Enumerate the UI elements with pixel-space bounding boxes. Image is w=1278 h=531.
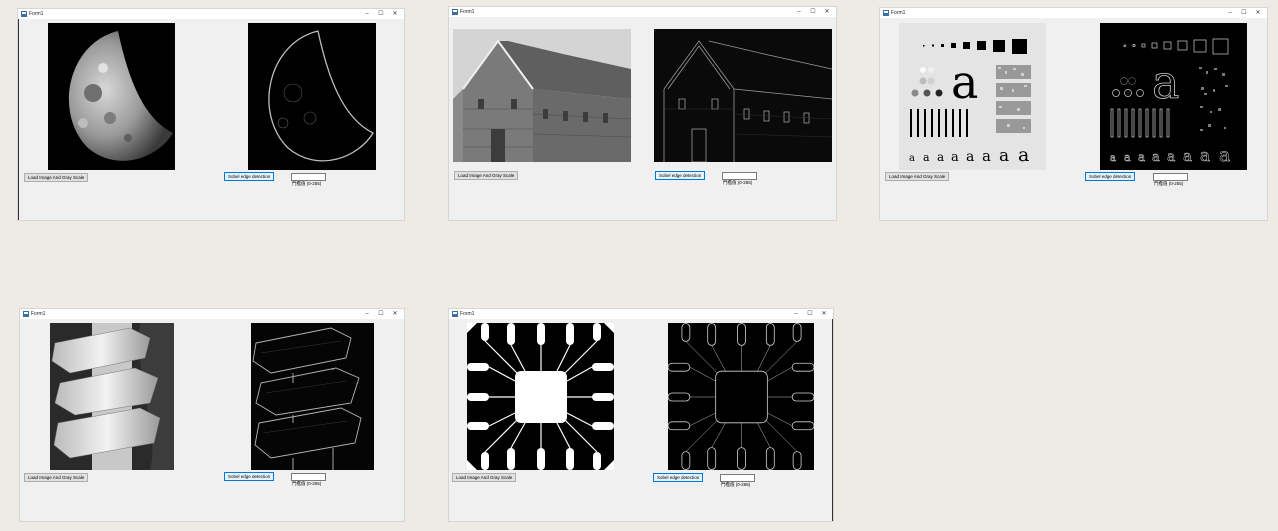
maximize-icon[interactable]: ☐ (374, 309, 388, 319)
svg-text:a: a (982, 147, 991, 165)
window-title: Form1 (29, 11, 44, 17)
sobel-edge-detection-button[interactable]: Sobel edge detection (224, 172, 275, 181)
close-icon[interactable]: ✕ (388, 9, 402, 19)
threshold-input[interactable] (1153, 173, 1188, 181)
close-icon[interactable]: ✕ (817, 309, 831, 319)
form1-window-spring: Form1 – ☐ ✕ Load Image And Gray Scale So… (20, 309, 404, 521)
close-icon[interactable]: ✕ (820, 7, 834, 17)
minimize-icon[interactable]: – (360, 9, 374, 19)
close-icon[interactable]: ✕ (388, 309, 402, 319)
test-pattern-edges-image: a aaa aaa aa (1100, 23, 1247, 170)
svg-text:a: a (1110, 153, 1116, 164)
svg-text:a: a (951, 150, 959, 165)
app-icon (452, 9, 458, 15)
maximize-icon[interactable]: ☐ (374, 9, 388, 19)
svg-text:a: a (1152, 150, 1160, 165)
svg-text:a: a (999, 146, 1009, 166)
form1-window-building: Form1 – ☐ ✕ Load Image And Gray Scale So… (449, 7, 836, 220)
test-pattern-image: a aaa aaa aa (899, 23, 1046, 170)
threshold-input[interactable] (291, 173, 326, 181)
moon-edges-image (248, 23, 376, 170)
minimize-icon[interactable]: – (789, 309, 803, 319)
app-icon (452, 311, 458, 317)
sobel-edge-detection-button[interactable]: Sobel edge detection (1085, 172, 1136, 181)
threshold-label: 門檻值 (0-255) (292, 181, 322, 186)
minimize-icon[interactable]: – (360, 309, 374, 319)
svg-text:a: a (1219, 144, 1230, 166)
original-image-picturebox (467, 323, 614, 470)
svg-text:a: a (1183, 147, 1192, 165)
svg-text:a: a (1138, 150, 1145, 164)
title-bar: Form1 – ☐ ✕ (18, 9, 404, 19)
svg-text:a: a (937, 150, 944, 164)
window-left-edge (18, 19, 19, 220)
svg-text:a: a (1152, 55, 1179, 109)
title-bar: Form1 – ☐ ✕ (449, 7, 836, 17)
load-image-button[interactable]: Load Image And Gray Scale (885, 172, 950, 181)
maximize-icon[interactable]: ☐ (806, 7, 820, 17)
spring-image (50, 323, 174, 470)
svg-text:a: a (1200, 146, 1210, 166)
sobel-edge-detection-button[interactable]: Sobel edge detection (653, 473, 704, 482)
original-image-picturebox (453, 29, 631, 162)
title-bar: Form1 – ☐ ✕ (20, 309, 404, 319)
svg-text:a: a (1167, 149, 1175, 165)
load-image-button[interactable]: Load Image And Gray Scale (454, 171, 519, 180)
load-image-button[interactable]: Load Image And Gray Scale (24, 473, 89, 482)
maximize-icon[interactable]: ☐ (803, 309, 817, 319)
sobel-image-picturebox (654, 29, 832, 162)
circuit-image (467, 323, 614, 470)
app-icon (23, 311, 29, 317)
threshold-label: 門檻值 (0-255) (723, 180, 753, 185)
window-title: Form1 (891, 10, 906, 16)
threshold-label: 門檻值 (0-255) (721, 482, 751, 487)
sobel-image-picturebox (668, 323, 814, 470)
sobel-image-picturebox: a aaa aaa aa (1100, 23, 1247, 170)
sobel-edge-detection-button[interactable]: Sobel edge detection (655, 171, 706, 180)
svg-text:a: a (909, 153, 915, 164)
sobel-edge-detection-button[interactable]: Sobel edge detection (224, 472, 275, 481)
window-right-edge (832, 319, 833, 521)
title-bar: Form1 – ☐ ✕ (449, 309, 833, 319)
building-image (453, 29, 631, 162)
circuit-edges-image (668, 323, 814, 470)
form1-window-circuit: Form1 – ☐ ✕ Load Image And Gray Scale So… (449, 309, 833, 521)
maximize-icon[interactable]: ☐ (1237, 8, 1251, 18)
window-title: Form1 (460, 9, 475, 15)
sobel-image-picturebox (251, 323, 374, 470)
building-edges-image (654, 29, 832, 162)
sobel-image-picturebox (248, 23, 376, 170)
threshold-input[interactable] (720, 474, 755, 482)
app-icon (883, 10, 889, 16)
app-icon (21, 11, 27, 17)
svg-text:a: a (1018, 144, 1029, 166)
moon-image (48, 23, 175, 170)
threshold-input[interactable] (291, 473, 326, 481)
original-image-picturebox (48, 23, 175, 170)
title-bar: Form1 – ☐ ✕ (880, 8, 1267, 18)
window-title: Form1 (460, 311, 475, 317)
load-image-button[interactable]: Load Image And Gray Scale (452, 473, 517, 482)
form1-window-test-pattern: Form1 – ☐ ✕ a a a a a a a a a a a a a a … (880, 8, 1267, 220)
minimize-icon[interactable]: – (1223, 8, 1237, 18)
form1-window-moon: Form1 – ☐ ✕ Load Image And Gray Scale So… (18, 9, 404, 220)
threshold-label: 門檻值 (0-255) (1154, 181, 1184, 186)
window-title: Form1 (31, 311, 46, 317)
close-icon[interactable]: ✕ (1251, 8, 1265, 18)
threshold-label: 門檻值 (0-255) (292, 481, 322, 486)
svg-text:a: a (1124, 151, 1131, 164)
svg-text:a: a (923, 151, 930, 164)
load-image-button[interactable]: Load Image And Gray Scale (24, 173, 89, 182)
original-image-picturebox: a aaa aaa aa (899, 23, 1046, 170)
minimize-icon[interactable]: – (792, 7, 806, 17)
original-image-picturebox (50, 323, 174, 470)
threshold-input[interactable] (722, 172, 757, 180)
spring-edges-image (251, 323, 374, 470)
svg-text:a: a (951, 55, 978, 109)
svg-text:a: a (966, 149, 974, 165)
